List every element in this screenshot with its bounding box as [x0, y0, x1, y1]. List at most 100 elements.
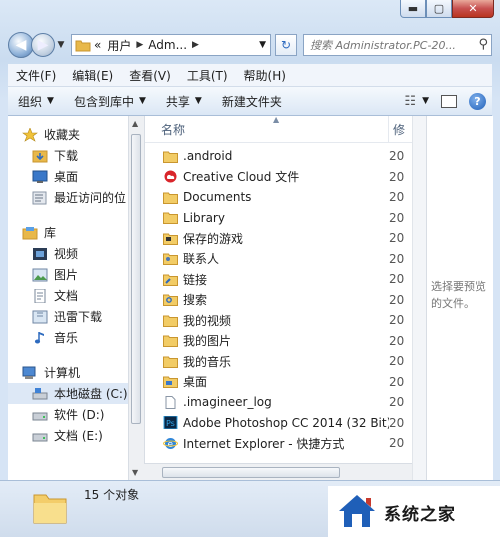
sidebar-item-desktop[interactable]: 桌面: [8, 166, 128, 187]
sidebar-item-music[interactable]: 音乐: [8, 327, 128, 348]
sidebar-scrollbar[interactable]: ▲ ▼: [128, 116, 144, 480]
menu-help[interactable]: 帮助(H): [236, 67, 294, 84]
sidebar-item-drive-c[interactable]: 本地磁盘 (C:): [8, 383, 128, 404]
close-button[interactable]: ✕: [452, 0, 494, 18]
minimize-button[interactable]: ▬: [400, 0, 426, 18]
pictures-icon: [32, 268, 48, 281]
file-row[interactable]: e Internet Explorer - 快捷方式 20: [145, 433, 413, 454]
preview-pane-icon[interactable]: [441, 94, 457, 108]
horizontal-scroll-thumb[interactable]: [162, 467, 340, 478]
file-rows: .android 20 Creative Cloud 文件 20 Documents 20…: [145, 146, 413, 454]
breadcrumb-admin[interactable]: Adm...: [148, 38, 187, 52]
computer-icon: [22, 366, 36, 379]
file-modified-date: 20: [389, 395, 405, 410]
organize-button[interactable]: 组织 ▼: [8, 93, 64, 110]
sidebar-item-drive-d[interactable]: 软件 (D:): [8, 404, 128, 425]
file-modified-date: 20: [389, 149, 405, 164]
file-row[interactable]: 搜索 20: [145, 290, 413, 311]
breadcrumb-users[interactable]: 用户: [107, 37, 131, 54]
sidebar-label: 收藏夹: [44, 128, 81, 142]
menu-bar: 文件(F) 编辑(E) 查看(V) 工具(T) 帮助(H): [8, 64, 492, 87]
sidebar-label: 库: [44, 226, 57, 240]
creative-cloud-icon: [163, 170, 183, 183]
file-name: .android: [183, 149, 233, 164]
chevron-down-icon[interactable]: ▼: [422, 96, 429, 106]
file-row[interactable]: 链接 20: [145, 269, 413, 290]
search-box[interactable]: ⚲: [303, 34, 492, 56]
file-row[interactable]: 我的音乐 20: [145, 351, 413, 372]
forward-button[interactable]: ▶: [31, 33, 55, 57]
hard-drive-icon: [32, 412, 48, 420]
folder-icon: [75, 40, 91, 52]
sidebar-item-pictures[interactable]: 图片: [8, 264, 128, 285]
sidebar-item-thunder-downloads[interactable]: 迅雷下载: [8, 306, 128, 327]
sidebar-computer[interactable]: 计算机: [8, 362, 128, 383]
sidebar-item-label: 最近访问的位: [54, 191, 127, 205]
sidebar-scroll-thumb[interactable]: [131, 134, 141, 424]
file-row[interactable]: .imagineer_log 20: [145, 392, 413, 413]
help-icon[interactable]: ?: [469, 92, 486, 110]
file-row[interactable]: Documents 20: [145, 187, 413, 208]
recent-places-icon: [32, 191, 47, 204]
view-options-icon[interactable]: ☷: [404, 94, 416, 109]
chevron-right-icon[interactable]: ▶: [136, 40, 143, 50]
column-modified[interactable]: 修: [389, 121, 413, 138]
menu-edit[interactable]: 编辑(E): [64, 67, 121, 84]
sidebar-item-recent-places[interactable]: 最近访问的位: [8, 187, 128, 208]
scroll-up-icon[interactable]: ▲: [132, 119, 138, 128]
sidebar-item-documents[interactable]: 文档: [8, 285, 128, 306]
sidebar-item-drive-e[interactable]: 文档 (E:): [8, 425, 128, 446]
file-modified-date: 20: [389, 374, 405, 389]
share-button[interactable]: 共享 ▼: [156, 93, 212, 110]
folder-icon: [163, 191, 183, 204]
sidebar-item-downloads[interactable]: 下载: [8, 145, 128, 166]
file-modified-date: 20: [389, 436, 405, 451]
menu-view[interactable]: 查看(V): [121, 67, 179, 84]
file-row[interactable]: 联系人 20: [145, 249, 413, 270]
file-row[interactable]: Ps Adobe Photoshop CC 2014 (32 Bit) 20: [145, 413, 413, 434]
search-icon[interactable]: ⚲: [478, 37, 488, 52]
sidebar-libraries[interactable]: 库: [8, 222, 128, 243]
new-folder-button[interactable]: 新建文件夹: [212, 93, 292, 110]
file-row[interactable]: Library 20: [145, 208, 413, 229]
sidebar-item-label: 图片: [54, 268, 79, 282]
recent-pages-dropdown-icon[interactable]: ▼: [55, 40, 67, 50]
include-in-library-label: 包含到库中: [73, 94, 134, 109]
address-dropdown-icon[interactable]: ▼: [259, 40, 266, 50]
file-name: Adobe Photoshop CC 2014 (32 Bit): [183, 415, 389, 430]
file-name: Documents: [183, 190, 252, 205]
sidebar-item-videos[interactable]: 视频: [8, 243, 128, 264]
column-name[interactable]: 名称: [145, 116, 389, 142]
include-in-library-button[interactable]: 包含到库中 ▼: [64, 93, 156, 110]
scroll-down-icon[interactable]: ▼: [132, 468, 138, 477]
search-input[interactable]: [308, 37, 491, 53]
desktop-folder-icon: [163, 375, 183, 389]
share-label: 共享: [165, 94, 190, 109]
object-count: 15 个对象: [84, 488, 140, 502]
file-row[interactable]: 保存的游戏 20: [145, 228, 413, 249]
maximize-button[interactable]: ▢: [426, 0, 452, 18]
horizontal-scrollbar[interactable]: [144, 463, 412, 481]
file-row[interactable]: 我的图片 20: [145, 331, 413, 352]
file-modified-date: 20: [389, 415, 405, 430]
window-controls: ▬ ▢ ✕: [400, 0, 494, 20]
file-row[interactable]: 桌面 20: [145, 372, 413, 393]
file-row[interactable]: 我的视频 20: [145, 310, 413, 331]
file-row[interactable]: Creative Cloud 文件 20: [145, 167, 413, 188]
file-modified-date: 20: [389, 313, 405, 328]
breadcrumb-root[interactable]: «: [94, 38, 101, 52]
menu-file[interactable]: 文件(F): [8, 67, 64, 84]
file-list-vertical-scrollbar[interactable]: [412, 116, 427, 480]
file-row[interactable]: .android 20: [145, 146, 413, 167]
file-modified-date: 20: [389, 169, 405, 184]
refresh-button[interactable]: ↻: [275, 34, 297, 56]
address-bar[interactable]: « 用户 ▶ Adm... ▶ ▼: [71, 34, 271, 56]
sidebar-item-label: 文档: [54, 289, 79, 303]
sidebar-favorites[interactable]: 收藏夹: [8, 124, 128, 145]
file-name: Internet Explorer - 快捷方式: [183, 436, 345, 451]
details-pane: 15 个对象 系统之家: [0, 480, 500, 537]
chevron-right-icon[interactable]: ▶: [192, 40, 199, 50]
menu-tools[interactable]: 工具(T): [179, 67, 236, 84]
sidebar-item-label: 文档 (E:): [54, 429, 103, 443]
preview-pane: 选择要预览的文件。: [426, 116, 493, 480]
